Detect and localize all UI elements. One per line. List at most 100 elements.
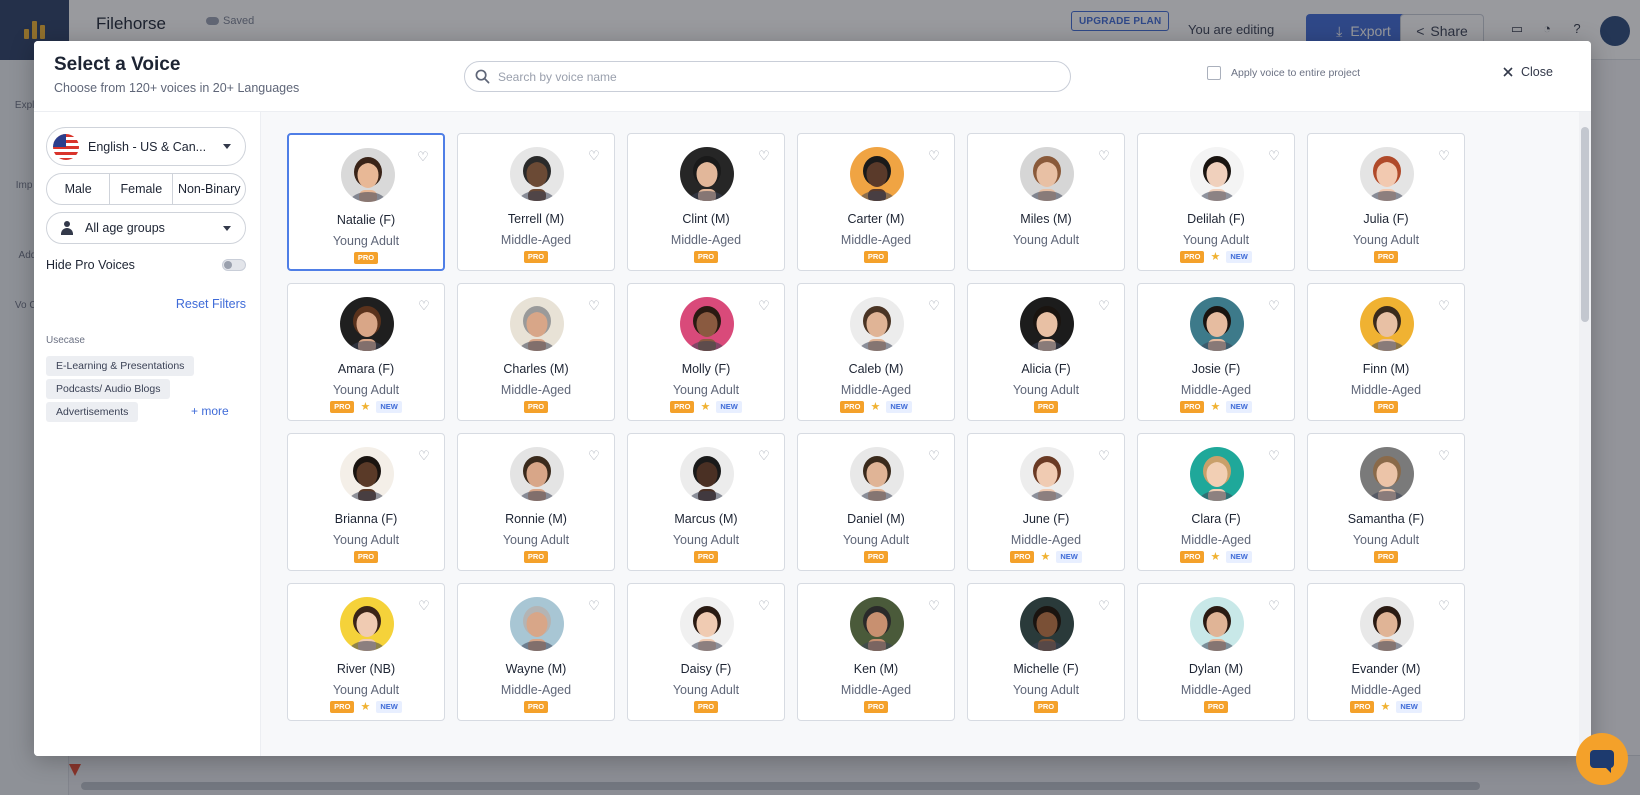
new-badge: NEW: [886, 401, 912, 413]
voice-card[interactable]: ♡ Natalie (F) Young Adult PRO: [287, 133, 445, 271]
heart-icon[interactable]: ♡: [1268, 449, 1280, 462]
heart-icon[interactable]: ♡: [758, 299, 770, 312]
heart-icon[interactable]: ♡: [1268, 149, 1280, 162]
heart-icon[interactable]: ♡: [588, 299, 600, 312]
star-icon: ★: [1210, 401, 1221, 413]
scrollbar-thumb[interactable]: [1581, 127, 1589, 322]
usecase-chip[interactable]: Advertisements: [46, 402, 139, 422]
more-usecases-link[interactable]: + more: [191, 404, 229, 418]
heart-icon[interactable]: ♡: [1438, 149, 1450, 162]
voice-card[interactable]: ♡ Daniel (M) Young Adult PRO: [797, 433, 955, 571]
voice-card[interactable]: ♡ Finn (M) Middle-Aged PRO: [1307, 283, 1465, 421]
reset-filters-link[interactable]: Reset Filters: [176, 297, 246, 311]
gender-female[interactable]: Female: [110, 174, 174, 204]
voice-age: Middle-Aged: [500, 233, 572, 247]
voice-badges: PRO ★ NEW: [1138, 251, 1294, 263]
voice-search[interactable]: [464, 61, 1071, 92]
voice-name: Miles (M): [1020, 212, 1072, 226]
voice-card[interactable]: ♡ June (F) Middle-Aged PRO ★ NEW: [967, 433, 1125, 571]
voice-name: Wayne (M): [505, 662, 567, 676]
language-select[interactable]: English - US & Can...: [46, 127, 246, 166]
voice-card[interactable]: ♡ Julia (F) Young Adult PRO: [1307, 133, 1465, 271]
voice-card[interactable]: ♡ Miles (M) Young Adult: [967, 133, 1125, 271]
chat-icon: [1590, 750, 1614, 773]
usecase-chip[interactable]: E-Learning & Presentations: [46, 356, 195, 376]
voice-name: Finn (M): [1362, 362, 1410, 376]
heart-icon[interactable]: ♡: [418, 599, 430, 612]
avatar: [1020, 297, 1074, 351]
voice-card[interactable]: ♡ Charles (M) Middle-Aged PRO: [457, 283, 615, 421]
heart-icon[interactable]: ♡: [1098, 449, 1110, 462]
heart-icon[interactable]: ♡: [758, 449, 770, 462]
heart-icon[interactable]: ♡: [417, 150, 429, 163]
pro-badge: PRO: [840, 401, 865, 413]
voice-card[interactable]: ♡ Carter (M) Middle-Aged PRO: [797, 133, 955, 271]
voice-card[interactable]: ♡ Michelle (F) Young Adult PRO: [967, 583, 1125, 721]
heart-icon[interactable]: ♡: [1268, 599, 1280, 612]
heart-icon[interactable]: ♡: [588, 149, 600, 162]
usecase-chip[interactable]: Podcasts/ Audio Blogs: [46, 379, 171, 399]
heart-icon[interactable]: ♡: [418, 449, 430, 462]
heart-icon[interactable]: ♡: [928, 149, 940, 162]
search-input[interactable]: [498, 69, 1038, 84]
voice-card[interactable]: ♡ Clara (F) Middle-Aged PRO ★ NEW: [1137, 433, 1295, 571]
voice-card[interactable]: ♡ Daisy (F) Young Adult PRO: [627, 583, 785, 721]
heart-icon[interactable]: ♡: [588, 599, 600, 612]
voice-badges: PRO: [288, 551, 444, 563]
voice-card[interactable]: ♡ River (NB) Young Adult PRO ★ NEW: [287, 583, 445, 721]
pro-badge: PRO: [1033, 701, 1059, 713]
voice-grid: ♡ Natalie (F) Young Adult PRO ♡ Terrell (M) Mi…: [287, 133, 1495, 721]
heart-icon[interactable]: ♡: [1098, 299, 1110, 312]
heart-icon[interactable]: ♡: [1098, 149, 1110, 162]
voice-card[interactable]: ♡ Caleb (M) Middle-Aged PRO ★ NEW: [797, 283, 955, 421]
voice-card[interactable]: ♡ Amara (F) Young Adult PRO ★ NEW: [287, 283, 445, 421]
hide-pro-toggle[interactable]: [222, 259, 246, 271]
voice-card[interactable]: ♡ Brianna (F) Young Adult PRO: [287, 433, 445, 571]
heart-icon[interactable]: ♡: [1438, 449, 1450, 462]
heart-icon[interactable]: ♡: [758, 599, 770, 612]
chat-button[interactable]: [1576, 733, 1628, 785]
age-group-value: All age groups: [85, 221, 165, 235]
voice-card[interactable]: ♡ Wayne (M) Middle-Aged PRO: [457, 583, 615, 721]
gender-non-binary[interactable]: Non-Binary: [173, 174, 245, 204]
heart-icon[interactable]: ♡: [1268, 299, 1280, 312]
voice-card[interactable]: ♡ Molly (F) Young Adult PRO ★ NEW: [627, 283, 785, 421]
heart-icon[interactable]: ♡: [928, 599, 940, 612]
voice-card[interactable]: ♡ Dylan (M) Middle-Aged PRO: [1137, 583, 1295, 721]
voice-badges: PRO: [968, 701, 1124, 713]
voice-card[interactable]: ♡ Evander (M) Middle-Aged PRO ★ NEW: [1307, 583, 1465, 721]
voice-card[interactable]: ♡ Delilah (F) Young Adult PRO ★ NEW: [1137, 133, 1295, 271]
voice-grid-area: ♡ Natalie (F) Young Adult PRO ♡ Terrell (M) Mi…: [261, 112, 1591, 756]
heart-icon[interactable]: ♡: [1438, 599, 1450, 612]
voice-card[interactable]: ♡ Ken (M) Middle-Aged PRO: [797, 583, 955, 721]
voice-badges: PRO: [458, 251, 614, 263]
scrollbar[interactable]: [1579, 112, 1591, 756]
voice-age: Young Adult: [502, 533, 570, 547]
voice-name: Evander (M): [1351, 662, 1421, 676]
heart-icon[interactable]: ♡: [418, 299, 430, 312]
heart-icon[interactable]: ♡: [758, 149, 770, 162]
voice-card[interactable]: ♡ Marcus (M) Young Adult PRO: [627, 433, 785, 571]
close-button[interactable]: Close: [1503, 65, 1553, 79]
heart-icon[interactable]: ♡: [1438, 299, 1450, 312]
voice-age: Middle-Aged: [840, 233, 912, 247]
voice-card[interactable]: ♡ Josie (F) Middle-Aged PRO ★ NEW: [1137, 283, 1295, 421]
apply-to-project[interactable]: Apply voice to entire project: [1207, 66, 1360, 80]
voice-age: Young Adult: [332, 683, 400, 697]
voice-card[interactable]: ♡ Terrell (M) Middle-Aged PRO: [457, 133, 615, 271]
pro-badge: PRO: [863, 551, 889, 563]
heart-icon[interactable]: ♡: [928, 449, 940, 462]
gender-male[interactable]: Male: [47, 174, 111, 204]
voice-badges: PRO ★ NEW: [798, 401, 954, 413]
search-icon: [475, 69, 490, 84]
heart-icon[interactable]: ♡: [1098, 599, 1110, 612]
voice-card[interactable]: ♡ Samantha (F) Young Adult PRO: [1307, 433, 1465, 571]
heart-icon[interactable]: ♡: [928, 299, 940, 312]
voice-name: Natalie (F): [336, 213, 396, 227]
age-group-select[interactable]: All age groups: [46, 212, 246, 244]
apply-checkbox[interactable]: [1207, 66, 1221, 80]
voice-card[interactable]: ♡ Clint (M) Middle-Aged PRO: [627, 133, 785, 271]
voice-card[interactable]: ♡ Alicia (F) Young Adult PRO: [967, 283, 1125, 421]
voice-card[interactable]: ♡ Ronnie (M) Young Adult PRO: [457, 433, 615, 571]
heart-icon[interactable]: ♡: [588, 449, 600, 462]
